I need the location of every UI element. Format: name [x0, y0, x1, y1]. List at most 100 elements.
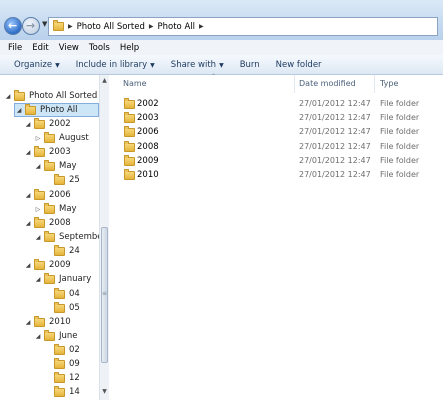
recent-pages-dropdown-icon[interactable]: ▼: [42, 20, 47, 28]
address-bar[interactable]: ▶ Photo All Sorted ▶ Photo All ▶: [48, 17, 438, 36]
folder-icon: [124, 169, 135, 180]
tree-item[interactable]: ◢ June: [34, 329, 78, 343]
folder-icon: [25, 103, 36, 115]
tree-item[interactable]: 09: [44, 357, 80, 371]
menu-help[interactable]: Help: [115, 43, 144, 53]
tree-item[interactable]: ◢ 2002: [24, 117, 71, 131]
file-row[interactable]: 2008 27/01/2012 12:47 File folder: [110, 140, 443, 154]
tree-item[interactable]: ◢ 2008: [24, 216, 71, 230]
file-type: File folder: [380, 99, 420, 108]
folder-icon: [34, 188, 45, 200]
navigation-pane-scrollbar[interactable]: ▲ ≡ ▼: [99, 75, 109, 400]
new-folder-button[interactable]: New folder: [268, 60, 330, 70]
tree-item-label: August: [59, 133, 89, 143]
expanded-arrow-icon[interactable]: ◢: [24, 220, 32, 227]
folder-icon: [44, 159, 55, 171]
scrollbar-thumb[interactable]: ≡: [101, 227, 108, 363]
tree-item[interactable]: ◢ September: [34, 230, 99, 244]
expanded-arrow-icon[interactable]: ◢: [24, 319, 32, 326]
organize-button[interactable]: Organize ▼: [0, 60, 68, 70]
expanded-arrow-icon[interactable]: ◢: [34, 163, 42, 170]
tree-item[interactable]: ◢ Photo All Sorted: [4, 89, 97, 103]
column-header-type[interactable]: Type: [380, 79, 398, 88]
folder-icon: [54, 287, 65, 299]
tree-item[interactable]: 24: [44, 244, 80, 258]
file-row[interactable]: 2003 27/01/2012 12:47 File folder: [110, 111, 443, 125]
chevron-down-icon: ▼: [219, 61, 224, 69]
tree-item-label: 2010: [49, 317, 71, 327]
breadcrumb-chevron-icon[interactable]: ▶: [68, 23, 73, 30]
expanded-arrow-icon[interactable]: ◢: [34, 234, 42, 241]
tree-item[interactable]: ▷ August: [34, 131, 89, 145]
burn-button[interactable]: Burn: [232, 60, 268, 70]
organize-label: Organize: [14, 59, 53, 70]
forward-button[interactable]: →: [22, 17, 40, 35]
tree-item[interactable]: 25: [44, 173, 80, 187]
scroll-down-arrow-icon[interactable]: ▼: [100, 388, 109, 398]
expanded-arrow-icon[interactable]: ◢: [24, 262, 32, 269]
include-in-library-button[interactable]: Include in library ▼: [68, 60, 163, 70]
expanded-arrow-icon[interactable]: ◢: [24, 192, 32, 199]
back-button[interactable]: ←: [4, 17, 22, 35]
tree-item-label: 02: [69, 345, 80, 355]
forward-arrow-icon: →: [26, 19, 36, 32]
menu-bar: File Edit View Tools Help: [0, 40, 443, 56]
tree-item[interactable]: ◢ May: [34, 159, 77, 173]
tree-item[interactable]: ▷ May: [34, 202, 77, 216]
file-row[interactable]: 2006 27/01/2012 12:47 File folder: [110, 125, 443, 139]
file-name: 2002: [137, 99, 159, 109]
folder-icon: [44, 329, 55, 341]
expanded-arrow-icon[interactable]: ◢: [15, 107, 23, 114]
column-header-name[interactable]: Name: [123, 79, 147, 88]
tree-item-label: 2009: [49, 260, 71, 270]
folder-icon: [54, 357, 65, 369]
breadcrumb-photo-all[interactable]: Photo All: [158, 22, 196, 32]
tree-item-label: 14: [69, 387, 80, 397]
expanded-arrow-icon[interactable]: ◢: [4, 93, 12, 100]
tree-item[interactable]: 14: [44, 385, 80, 399]
expanded-arrow-icon[interactable]: ◢: [24, 121, 32, 128]
chevron-down-icon: ▼: [55, 61, 60, 69]
tree-item[interactable]: 02: [44, 343, 80, 357]
menu-edit[interactable]: Edit: [27, 43, 53, 53]
expanded-arrow-icon[interactable]: ◢: [34, 333, 42, 340]
breadcrumb-chevron-icon[interactable]: ▶: [199, 23, 204, 30]
tree-item-label: 24: [69, 246, 80, 256]
file-name: 2003: [137, 113, 159, 124]
column-header-date-modified[interactable]: Date modified: [299, 79, 356, 88]
file-date-modified: 27/01/2012 12:47: [299, 170, 371, 179]
tree-item[interactable]: ◢ 2009: [24, 258, 71, 272]
menu-tools[interactable]: Tools: [84, 43, 115, 53]
menu-file[interactable]: File: [0, 43, 27, 53]
tree-item-label: Photo All: [40, 105, 78, 115]
column-divider[interactable]: [374, 75, 375, 93]
collapsed-arrow-icon[interactable]: ▷: [34, 206, 42, 213]
grip-icon: ≡: [102, 290, 108, 297]
folder-icon: [124, 154, 135, 166]
file-type: File folder: [380, 170, 420, 179]
tree-item[interactable]: ◢ 2010: [24, 315, 71, 329]
collapsed-arrow-icon[interactable]: ▷: [34, 135, 42, 142]
tree-item[interactable]: 05: [44, 301, 80, 315]
file-row[interactable]: 2010 27/01/2012 12:47 File folder: [110, 168, 443, 182]
breadcrumb-chevron-icon[interactable]: ▶: [149, 23, 154, 30]
tree-item[interactable]: ◢ Photo All: [14, 103, 99, 117]
menu-view[interactable]: View: [54, 43, 84, 53]
tree-item[interactable]: 04: [44, 287, 80, 301]
breadcrumb-photo-all-sorted[interactable]: Photo All Sorted: [77, 22, 145, 32]
column-divider[interactable]: [294, 75, 295, 93]
tree-item[interactable]: 12: [44, 371, 80, 385]
file-row[interactable]: 2009 27/01/2012 12:47 File folder: [110, 154, 443, 168]
file-type: File folder: [380, 127, 420, 137]
scroll-up-arrow-icon[interactable]: ▲: [100, 77, 109, 87]
file-row[interactable]: 2002 27/01/2012 12:47 File folder: [110, 97, 443, 111]
tree-item[interactable]: ◢ 2003: [24, 145, 71, 159]
navigation-pane: ◢ Photo All Sorted ◢ Photo All ◢ 2002 ▷ August ◢…: [0, 75, 99, 400]
expanded-arrow-icon[interactable]: ◢: [24, 149, 32, 156]
folder-icon: [34, 117, 45, 129]
tree-item-label: May: [59, 161, 77, 171]
tree-item[interactable]: ◢ January: [34, 272, 91, 286]
tree-item[interactable]: ◢ 2006: [24, 188, 71, 202]
share-with-button[interactable]: Share with ▼: [163, 60, 232, 70]
expanded-arrow-icon[interactable]: ◢: [34, 276, 42, 283]
